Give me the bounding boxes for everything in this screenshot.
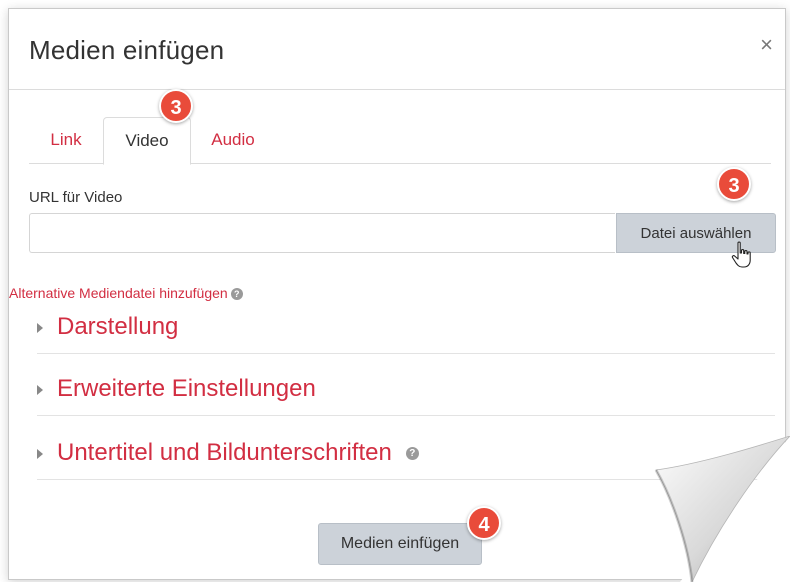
insert-media-dialog: Medien einfügen × Link Video Audio 3 URL… [8, 8, 786, 580]
chevron-right-icon [37, 449, 43, 459]
hand-pointer-icon [731, 241, 751, 268]
add-alternative-media-link[interactable]: Alternative Mediendatei hinzufügen? [9, 285, 243, 301]
dialog-header: Medien einfügen × [9, 9, 785, 90]
url-video-label: URL für Video [29, 189, 123, 206]
close-icon[interactable]: × [760, 33, 773, 57]
url-video-input[interactable] [29, 213, 615, 253]
chevron-right-icon [37, 323, 43, 333]
section-advanced-settings[interactable]: Erweiterte Einstellungen [37, 369, 775, 416]
media-tabs: Link Video Audio [29, 117, 771, 165]
section-subtitles-captions[interactable]: Untertitel und Bildunterschriften? [37, 433, 775, 480]
section-advanced-settings-label: Erweiterte Einstellungen [57, 375, 316, 402]
section-subtitles-captions-text: Untertitel und Bildunterschriften [57, 439, 392, 466]
step-badge-choose-file: 3 [717, 167, 751, 201]
tab-audio[interactable]: Audio [191, 117, 275, 163]
step-badge-tab: 3 [159, 89, 193, 123]
help-icon[interactable]: ? [230, 288, 243, 301]
section-darstellung[interactable]: Darstellung [37, 307, 775, 354]
dialog-title: Medien einfügen [29, 35, 225, 65]
section-darstellung-label: Darstellung [57, 313, 179, 340]
add-alternative-media-label: Alternative Mediendatei hinzufügen [9, 285, 228, 301]
chevron-right-icon [37, 385, 43, 395]
insert-media-button[interactable]: Medien einfügen [318, 523, 482, 565]
help-icon[interactable]: ? [405, 447, 419, 461]
step-badge-insert: 4 [467, 506, 501, 540]
tab-video[interactable]: Video [103, 117, 191, 165]
section-subtitles-captions-label: Untertitel und Bildunterschriften? [57, 439, 419, 467]
tab-link[interactable]: Link [29, 117, 103, 163]
